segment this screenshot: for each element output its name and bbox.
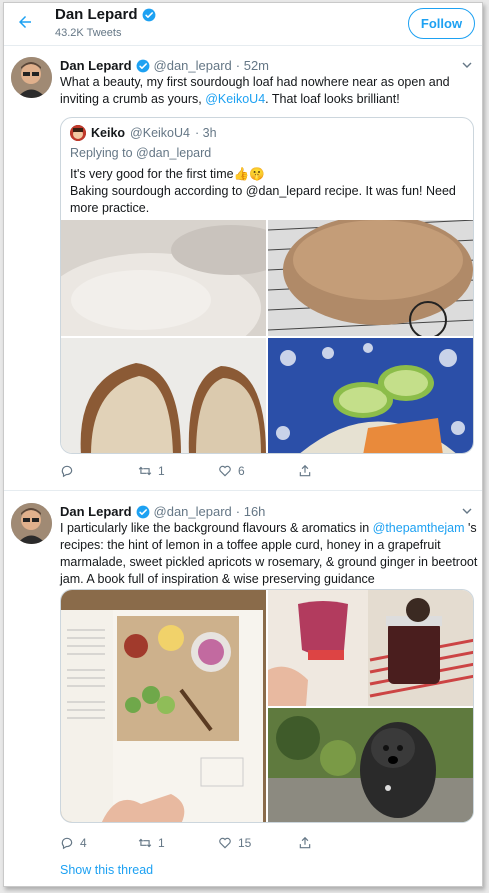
photo-cookbook[interactable] — [61, 590, 266, 822]
tweet[interactable]: Dan Lepard @dan_lepard · 16h I particula… — [4, 492, 482, 886]
mention-link[interactable]: @thepamthejam — [373, 521, 465, 535]
like-button[interactable]: 15 — [218, 836, 251, 850]
tweet-text-part: . That loaf looks brilliant! — [265, 92, 400, 106]
share-icon — [299, 836, 311, 849]
show-thread-link[interactable]: Show this thread — [60, 863, 153, 877]
mention-link[interactable]: @KeikoU4 — [205, 92, 265, 106]
verified-icon — [142, 8, 155, 21]
tweet-actions: 4 1 15 — [60, 836, 360, 852]
retweet-button[interactable]: 1 — [138, 836, 165, 850]
retweet-count: 1 — [158, 836, 165, 850]
profile-name: Dan Lepard — [55, 6, 156, 23]
profile-header: Dan Lepard 43.2K Tweets Follow — [4, 3, 482, 46]
tweet[interactable]: Dan Lepard @dan_lepard · 52m What a beau… — [4, 46, 482, 491]
follow-button[interactable]: Follow — [408, 8, 475, 39]
avatar[interactable] — [11, 503, 52, 544]
heart-icon — [219, 465, 231, 477]
author-name[interactable]: Dan Lepard — [60, 504, 132, 519]
tweet-time[interactable]: · 52m — [236, 58, 269, 73]
retweet-icon — [138, 466, 152, 476]
photo-grid — [60, 589, 474, 823]
photo-jam-jar[interactable] — [268, 590, 473, 706]
reply-button[interactable]: 4 — [60, 836, 87, 850]
photo-grid — [61, 220, 473, 453]
quote-text-line: It's very good for the first time👍🤫 — [70, 167, 265, 181]
retweet-button[interactable]: 1 — [138, 464, 165, 478]
reply-count: 4 — [80, 836, 87, 850]
tweet-text: What a beauty, my first sourdough loaf h… — [60, 74, 478, 108]
quote-text-line: Baking sourdough according to @dan_lepar… — [70, 184, 456, 215]
back-arrow-icon[interactable] — [16, 13, 34, 31]
like-count: 15 — [238, 836, 252, 850]
photo-loaf-rack[interactable] — [268, 220, 473, 336]
tweet-actions: 1 6 — [60, 464, 360, 480]
share-button[interactable] — [298, 836, 312, 850]
photo-sliced-bread[interactable] — [61, 338, 266, 453]
tweet-text-part: I particularly like the background flavo… — [60, 521, 373, 535]
retweet-icon — [138, 838, 152, 848]
share-button[interactable] — [298, 464, 312, 478]
quote-avatar — [70, 125, 86, 141]
like-button[interactable]: 6 — [218, 464, 245, 478]
tweet-count: 43.2K Tweets — [55, 27, 122, 39]
photo-plate[interactable] — [268, 338, 473, 453]
quote-author-name: Keiko — [91, 126, 126, 140]
quote-author-handle: @KeikoU4 — [130, 126, 190, 140]
quoted-tweet[interactable]: Keiko @KeikoU4 · 3h Replying to @dan_lep… — [60, 117, 474, 454]
quote-time: · 3h — [194, 126, 217, 140]
verified-icon — [136, 505, 149, 518]
author-handle[interactable]: @dan_lepard — [154, 58, 232, 73]
heart-icon — [219, 837, 231, 849]
retweet-count: 1 — [158, 464, 165, 478]
reply-button[interactable] — [60, 464, 80, 478]
tweet-text: I particularly like the background flavo… — [60, 520, 478, 588]
chevron-down-icon[interactable] — [462, 506, 472, 516]
like-count: 6 — [238, 464, 245, 478]
tweet-header: Dan Lepard @dan_lepard · 52m — [60, 58, 269, 73]
reply-icon — [61, 837, 73, 850]
replying-to: Replying to @dan_lepard — [70, 146, 212, 160]
quote-header: Keiko @KeikoU4 · 3h — [70, 125, 217, 141]
author-handle[interactable]: @dan_lepard — [154, 504, 232, 519]
share-icon — [299, 464, 311, 477]
avatar[interactable] — [11, 57, 52, 98]
tweet-time[interactable]: · 16h — [236, 504, 266, 519]
tweet-header: Dan Lepard @dan_lepard · 16h — [60, 504, 265, 519]
quote-text: It's very good for the first time👍🤫 Baki… — [70, 166, 470, 217]
author-name[interactable]: Dan Lepard — [60, 58, 132, 73]
reply-icon — [61, 465, 73, 478]
profile-name-text: Dan Lepard — [55, 6, 138, 23]
chevron-down-icon[interactable] — [462, 60, 472, 70]
photo-dough[interactable] — [61, 220, 266, 336]
photo-dog[interactable] — [268, 708, 473, 822]
twitter-window: Dan Lepard 43.2K Tweets Follow Dan Lepar… — [3, 2, 483, 887]
verified-icon — [136, 59, 149, 72]
